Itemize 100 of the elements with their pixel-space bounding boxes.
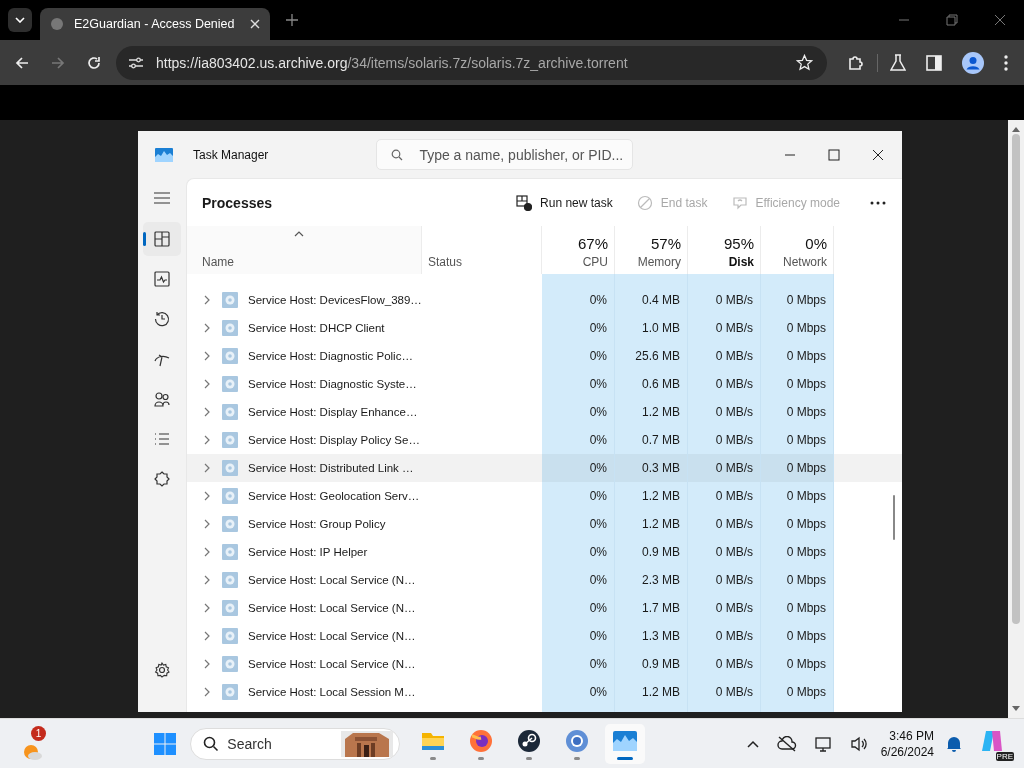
copilot-icon[interactable] bbox=[980, 728, 1004, 753]
list-icon bbox=[154, 431, 170, 447]
process-row[interactable]: Service Host: Diagnostic Polic… 0% 25.6 MB 0 MB/s 0 Mbps bbox=[187, 342, 902, 370]
process-name: Service Host: DevicesFlow_389… bbox=[248, 294, 422, 306]
expand-chevron-icon[interactable] bbox=[204, 659, 210, 669]
network-value: 0 Mbps bbox=[786, 601, 826, 615]
restore-icon[interactable] bbox=[946, 14, 958, 26]
extensions-icon[interactable] bbox=[847, 53, 865, 72]
scrollbar-thumb[interactable] bbox=[893, 495, 895, 540]
process-row[interactable]: Service Host: Display Enhance… 0% 1.2 MB 0 MB/s 0 Mbps bbox=[187, 398, 902, 426]
grid-icon bbox=[154, 231, 170, 247]
clock[interactable]: 3:46 PM 6/26/2024 bbox=[880, 727, 934, 760]
menu-icon[interactable] bbox=[154, 192, 170, 204]
gear-icon bbox=[222, 516, 238, 532]
expand-chevron-icon[interactable] bbox=[204, 379, 210, 389]
start-icon[interactable] bbox=[154, 732, 177, 755]
cloud-off-icon[interactable] bbox=[776, 735, 797, 752]
cpu-value: 0% bbox=[589, 657, 607, 671]
process-row[interactable]: Service Host: Geolocation Serv… 0% 1.2 MB 0 MB/s 0 Mbps bbox=[187, 482, 902, 510]
disk-value: 0 MB/s bbox=[715, 377, 753, 391]
expand-chevron-icon[interactable] bbox=[204, 295, 210, 305]
speaker-icon[interactable] bbox=[850, 735, 869, 752]
process-row[interactable]: Service Host: Diagnostic Syste… 0% 0.6 MB 0 MB/s 0 Mbps bbox=[187, 370, 902, 398]
scroll-up-icon[interactable] bbox=[1012, 126, 1020, 132]
disk-value: 0 MB/s bbox=[715, 601, 753, 615]
expand-chevron-icon[interactable] bbox=[204, 603, 210, 613]
scroll-down-icon[interactable] bbox=[1012, 706, 1020, 712]
memory-value: 0.6 MB bbox=[642, 377, 680, 391]
expand-chevron-icon[interactable] bbox=[204, 547, 210, 557]
name-column-header[interactable]: Name bbox=[187, 226, 422, 274]
process-row[interactable]: Service Host: Distributed Link … 0% 0.3 MB 0 MB/s 0 Mbps bbox=[187, 454, 902, 482]
maximize-icon[interactable] bbox=[828, 148, 840, 161]
expand-chevron-icon[interactable] bbox=[204, 491, 210, 501]
gear-icon bbox=[222, 544, 238, 560]
chevron-up-icon[interactable] bbox=[746, 739, 759, 748]
side-panel-icon[interactable] bbox=[926, 54, 942, 71]
globe-icon bbox=[50, 17, 64, 31]
expand-chevron-icon[interactable] bbox=[204, 407, 210, 417]
flask-icon[interactable] bbox=[890, 53, 906, 72]
disk-value: 0 MB/s bbox=[715, 349, 753, 363]
page-scrollbar[interactable] bbox=[1008, 120, 1024, 718]
expand-chevron-icon[interactable] bbox=[204, 463, 210, 473]
expand-chevron-icon[interactable] bbox=[204, 687, 210, 697]
bookmark-star-icon[interactable] bbox=[796, 54, 813, 71]
run-button[interactable]: Run new task bbox=[504, 187, 625, 218]
process-row[interactable]: Service Host: Group Policy 0% 1.2 MB 0 MB/s 0 Mbps bbox=[187, 510, 902, 538]
close-icon[interactable] bbox=[872, 148, 884, 161]
speech-bubble-icon bbox=[731, 194, 748, 211]
taskmanager-taskbar-icon[interactable] bbox=[605, 723, 646, 764]
scrollbar-thumb[interactable] bbox=[1012, 134, 1020, 624]
process-row[interactable]: Service Host: DevicesFlow_389… 0% 0.4 MB 0 MB/s 0 Mbps bbox=[187, 286, 902, 314]
profile-avatar-icon[interactable] bbox=[962, 51, 984, 74]
process-row[interactable]: Service Host: DHCP Client 0% 1.0 MB 0 MB/s 0 Mbps bbox=[187, 314, 902, 342]
process-row[interactable]: Service Host: IP Helper 0% 0.9 MB 0 MB/s 0 Mbps bbox=[187, 538, 902, 566]
new-task-icon bbox=[516, 194, 533, 211]
settings-icon[interactable] bbox=[154, 662, 170, 678]
expand-chevron-icon[interactable] bbox=[204, 519, 210, 529]
process-name: Service Host: Display Enhance… bbox=[248, 406, 418, 418]
memory-value: 1.3 MB bbox=[642, 629, 680, 643]
browser-tab[interactable]: E2Guardian - Access Denied bbox=[40, 8, 270, 40]
expand-chevron-icon[interactable] bbox=[204, 435, 210, 445]
cpu-value: 0% bbox=[589, 685, 607, 699]
address-field[interactable]: https://ia803402.us.archive.org/34/items/solaris.7z/solaris.7z_archive.torrent bbox=[116, 45, 827, 80]
bell-icon[interactable] bbox=[946, 734, 962, 753]
process-row[interactable]: Service Host: Local Service (N… 0% 1.3 MB 0 MB/s 0 Mbps bbox=[187, 622, 902, 650]
process-name: Service Host: Group Policy bbox=[248, 518, 386, 530]
fox-browser-icon bbox=[468, 727, 495, 754]
taskbar-search-field[interactable]: Search bbox=[190, 727, 401, 760]
gear-icon bbox=[222, 376, 238, 392]
back-icon[interactable] bbox=[14, 54, 30, 71]
more-options-icon[interactable] bbox=[1004, 54, 1008, 71]
expand-chevron-icon[interactable] bbox=[204, 575, 210, 585]
new-tab-icon[interactable] bbox=[286, 14, 298, 26]
memory-value: 25.6 MB bbox=[635, 349, 680, 363]
reload-icon[interactable] bbox=[86, 54, 102, 71]
tab-list-button[interactable] bbox=[8, 8, 32, 32]
disk-value: 0 MB/s bbox=[715, 321, 753, 335]
site-settings-icon[interactable] bbox=[128, 55, 144, 70]
memory-value: 1.2 MB bbox=[642, 517, 680, 531]
network-value: 0 Mbps bbox=[786, 349, 826, 363]
cpu-value: 0% bbox=[589, 629, 607, 643]
gear-icon bbox=[222, 656, 238, 672]
more-options-icon[interactable] bbox=[870, 200, 886, 205]
search-field[interactable]: Type a name, publisher, or PID... bbox=[376, 139, 634, 170]
expand-chevron-icon[interactable] bbox=[204, 351, 210, 361]
process-row[interactable]: Service Host: Local Service (N… 0% 0.9 MB 0 MB/s 0 Mbps bbox=[187, 650, 902, 678]
expand-chevron-icon[interactable] bbox=[204, 323, 210, 333]
processes-nav-item[interactable] bbox=[143, 222, 181, 256]
gear-icon bbox=[222, 292, 238, 308]
monitor-icon[interactable] bbox=[814, 735, 833, 752]
forward-icon[interactable] bbox=[50, 54, 66, 71]
process-row[interactable]: Service Host: Local Service (N… 0% 1.7 MB 0 MB/s 0 Mbps bbox=[187, 594, 902, 622]
process-row[interactable]: Service Host: Local Service (N… 0% 2.3 MB 0 MB/s 0 Mbps bbox=[187, 566, 902, 594]
memory-value: 1.7 MB bbox=[642, 601, 680, 615]
steam-icon bbox=[516, 727, 543, 754]
process-row[interactable]: Service Host: Display Policy Se… 0% 0.7 MB 0 MB/s 0 Mbps bbox=[187, 426, 902, 454]
network-value: 0 Mbps bbox=[786, 321, 826, 335]
process-name: Service Host: DHCP Client bbox=[248, 322, 385, 334]
expand-chevron-icon[interactable] bbox=[204, 631, 210, 641]
process-row[interactable]: Service Host: Local Session M… 0% 1.2 MB 0 MB/s 0 Mbps bbox=[187, 678, 902, 706]
